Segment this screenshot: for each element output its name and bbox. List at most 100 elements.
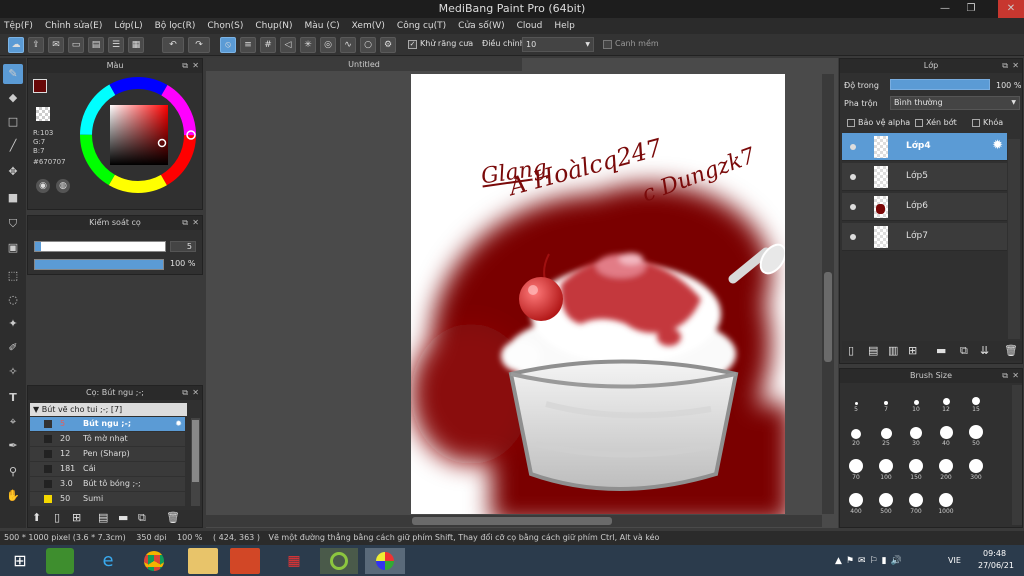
brush-tool-icon[interactable]: ✎ xyxy=(3,64,23,84)
correction-select[interactable]: 10 ▼ xyxy=(522,37,594,52)
blend-select[interactable]: Bình thường ▼ xyxy=(890,96,1020,110)
menu-select[interactable]: Chọn(S) xyxy=(207,21,243,31)
brush-size-value[interactable]: 5 xyxy=(170,241,196,252)
edge-checkbox[interactable] xyxy=(603,40,612,49)
brush-size-option[interactable]: 200 xyxy=(932,456,960,486)
share-icon[interactable]: ⇪ xyxy=(28,37,44,53)
menu-snap[interactable]: Chụp(N) xyxy=(255,21,292,31)
color-wheel[interactable] xyxy=(78,75,198,195)
menu-tools[interactable]: Công cụ(T) xyxy=(397,21,446,31)
game-icon[interactable]: ▦ xyxy=(278,548,310,574)
close-icon[interactable]: ✕ xyxy=(1012,369,1019,383)
vertical-scrollbar[interactable] xyxy=(822,74,834,514)
operation-tool-icon[interactable]: ⌖ xyxy=(3,412,23,432)
brush-size-option[interactable]: 1000 xyxy=(932,490,960,520)
primary-color-swatch[interactable] xyxy=(33,79,47,93)
rectangle-tool-icon[interactable]: □ xyxy=(3,112,23,132)
layer-opacity-slider[interactable] xyxy=(890,79,990,90)
close-icon[interactable]: ✕ xyxy=(192,59,199,73)
brush-size-option[interactable]: 400 xyxy=(842,490,870,520)
menu-help[interactable]: Help xyxy=(554,21,575,31)
clock-time[interactable]: 09:48 xyxy=(983,549,1006,558)
palette-add-icon[interactable]: ◍ xyxy=(56,179,70,193)
circle-snap-icon[interactable]: ○ xyxy=(360,37,376,53)
bucket-tool-icon[interactable]: ⛉ xyxy=(3,214,23,234)
text-tool-icon[interactable]: T xyxy=(3,388,23,408)
visibility-icon[interactable] xyxy=(850,234,856,240)
layer-list-scrollbar[interactable] xyxy=(1008,139,1020,339)
brush-size-option[interactable]: 7 xyxy=(872,388,900,418)
brush-list-scrollbar[interactable] xyxy=(191,418,200,506)
brush-size-option[interactable]: 50 xyxy=(962,422,990,452)
new-color-layer-icon[interactable]: ▥ xyxy=(888,344,898,357)
antialias-checkbox[interactable]: ✓ xyxy=(408,40,417,49)
restore-icon[interactable]: ❐ xyxy=(958,0,984,18)
menu-layer[interactable]: Lớp(L) xyxy=(114,21,142,31)
menu-window[interactable]: Cửa số(W) xyxy=(458,21,504,31)
cloud-brush-icon[interactable]: ⬆ xyxy=(32,511,41,524)
snap-off-icon[interactable]: ⦸ xyxy=(220,37,236,53)
duplicate-icon[interactable]: ⧉ xyxy=(138,511,146,525)
menu-filter[interactable]: Bộ lọc(R) xyxy=(155,21,196,31)
folder-icon[interactable]: ▬ xyxy=(936,344,946,357)
brush-size-scrollbar[interactable] xyxy=(1012,385,1022,525)
trash-icon[interactable]: 🗑 xyxy=(1004,344,1018,357)
powerpoint-icon[interactable] xyxy=(230,548,260,574)
eyedropper-icon[interactable]: ⚲ xyxy=(3,462,23,482)
layer-row[interactable]: Lớp5 xyxy=(842,163,1007,191)
lock-checkbox[interactable] xyxy=(972,119,980,127)
settings-icon[interactable]: ⚙ xyxy=(380,37,396,53)
medibang-taskbar-icon[interactable] xyxy=(365,548,405,574)
blur-tool-icon[interactable]: ✒ xyxy=(3,436,23,456)
brush-item[interactable]: 50 Sumi xyxy=(30,492,185,506)
gradient-tool-icon[interactable]: ▣ xyxy=(3,238,23,258)
select-eraser-icon[interactable]: ✧ xyxy=(3,362,23,382)
add-brush-icon[interactable]: ⊞ xyxy=(72,511,81,524)
undock-icon[interactable]: ⧉ xyxy=(182,216,188,230)
clipping-checkbox[interactable] xyxy=(915,119,923,127)
gear-icon[interactable]: ✹ xyxy=(175,417,182,431)
redo-icon[interactable]: ↷ xyxy=(188,37,210,53)
brush-item[interactable]: 3.0 Bút tô bóng ;-; xyxy=(30,477,185,491)
menu-file[interactable]: Tệp(F) xyxy=(4,21,33,31)
brush-size-option[interactable]: 300 xyxy=(962,456,990,486)
brush-size-option[interactable]: 150 xyxy=(902,456,930,486)
brush-item[interactable]: 181 Cái xyxy=(30,462,185,476)
perspective-snap-icon[interactable]: ◁ xyxy=(280,37,296,53)
language-indicator[interactable]: VIE xyxy=(948,556,961,565)
minimize-icon[interactable]: — xyxy=(932,0,958,18)
bluestacks-icon[interactable] xyxy=(46,548,74,574)
brush-size-option[interactable]: 40 xyxy=(932,422,960,452)
layer-row[interactable]: Lớp4 ✹ xyxy=(842,133,1007,161)
eraser-tool-icon[interactable]: ◆ xyxy=(3,88,23,108)
protect-alpha-checkbox[interactable] xyxy=(847,119,855,127)
start-icon[interactable]: ⊞ xyxy=(4,548,36,574)
undock-icon[interactable]: ⧉ xyxy=(182,386,188,400)
brush-group-header[interactable]: ▼ Bút vẽ cho tui ;-; [7] xyxy=(30,403,187,416)
close-icon[interactable]: ✕ xyxy=(998,0,1024,18)
brush-size-option[interactable]: 20 xyxy=(842,422,870,452)
lasso-icon[interactable]: ◌ xyxy=(3,290,23,310)
fill-rect-tool-icon[interactable]: ■ xyxy=(3,188,23,208)
brush-size-option[interactable]: 500 xyxy=(872,490,900,520)
grid-list-icon[interactable]: ▦ xyxy=(128,37,144,53)
parallel-snap-icon[interactable]: ≡ xyxy=(240,37,256,53)
menu-color[interactable]: Màu (C) xyxy=(305,21,340,31)
brush-item[interactable]: 5 Bút ngu ;-; ✹ xyxy=(30,417,185,431)
comment-icon[interactable]: ✉ xyxy=(48,37,64,53)
document-tab[interactable]: Untitled xyxy=(206,58,522,71)
close-icon[interactable]: ✕ xyxy=(1012,59,1019,73)
select-rect-icon[interactable]: ⬚ xyxy=(3,266,23,286)
brush-size-option[interactable]: 25 xyxy=(872,422,900,452)
folder-icon[interactable]: ▬ xyxy=(118,511,128,524)
brush-size-option[interactable]: 15 xyxy=(962,388,990,418)
gear-icon[interactable]: ✹ xyxy=(992,138,1003,153)
brush-size-option[interactable]: 70 xyxy=(842,456,870,486)
move-tool-icon[interactable]: ✥ xyxy=(3,162,23,182)
grid-snap-icon[interactable]: # xyxy=(260,37,276,53)
chrome-icon[interactable] xyxy=(138,548,170,574)
brush-item[interactable]: 20 Tô mờ nhạt xyxy=(30,432,185,446)
undock-icon[interactable]: ⧉ xyxy=(1002,369,1008,383)
menu-view[interactable]: Xem(V) xyxy=(352,21,385,31)
trash-icon[interactable]: 🗑 xyxy=(166,511,180,524)
